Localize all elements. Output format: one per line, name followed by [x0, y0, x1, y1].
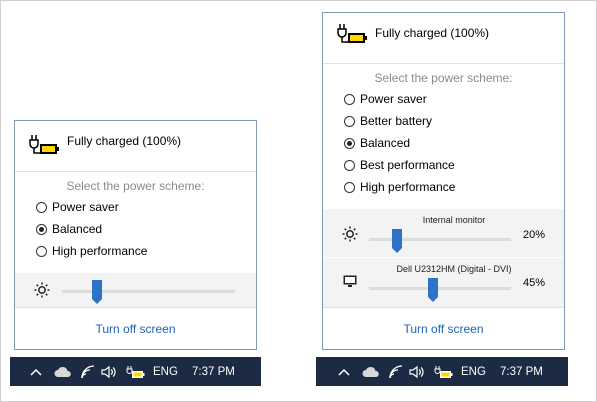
radio-button[interactable] — [36, 245, 47, 257]
radio-button[interactable] — [344, 93, 355, 105]
sun-icon — [342, 226, 358, 247]
scheme-option-label: High performance — [360, 180, 456, 194]
monitor-name-label: Dell U2312HM (Digital - DVI) — [396, 264, 512, 274]
scheme-option-better-battery[interactable]: Better battery — [344, 112, 432, 130]
radio-button[interactable] — [344, 137, 355, 149]
wifi-icon[interactable] — [81, 357, 95, 386]
divider — [15, 171, 256, 172]
brightness-slider-track[interactable] — [62, 290, 235, 293]
chevron-up-icon[interactable] — [30, 357, 42, 386]
battery-status-text: Fully charged (100%) — [67, 134, 182, 148]
radio-button[interactable] — [344, 159, 355, 171]
dell-monitor-percent: 45% — [523, 277, 546, 289]
battery-plug-icon[interactable] — [125, 357, 145, 386]
clock[interactable]: 7:37 PM — [192, 357, 235, 386]
scheme-option-label: Power saver — [360, 92, 427, 106]
divider — [323, 307, 564, 308]
taskbar-right: ENG 7:37 PM — [316, 357, 568, 386]
volume-icon[interactable] — [101, 357, 117, 386]
battery-plug-icon[interactable] — [433, 357, 453, 386]
power-scheme-label: Select the power scheme: — [374, 71, 513, 85]
chevron-up-icon[interactable] — [338, 357, 350, 386]
internal-monitor-slider-thumb[interactable] — [392, 229, 403, 253]
radio-button[interactable] — [344, 181, 355, 193]
battery-plug-icon — [335, 22, 369, 51]
scheme-option-label: Best performance — [360, 158, 455, 172]
divider — [15, 307, 256, 308]
radio-button[interactable] — [36, 223, 47, 235]
dell-monitor-slider-track[interactable] — [369, 287, 511, 290]
turn-off-screen-link[interactable]: Turn off screen — [323, 322, 564, 336]
scheme-option-label: Power saver — [52, 200, 119, 214]
language-indicator[interactable]: ENG — [153, 357, 178, 386]
scheme-option-balanced[interactable]: Balanced — [344, 134, 410, 152]
scheme-option-high-performance[interactable]: High performance — [36, 242, 147, 260]
turn-off-screen-link[interactable]: Turn off screen — [15, 322, 256, 336]
battery-plug-icon — [27, 133, 61, 162]
cloud-icon[interactable] — [362, 357, 380, 386]
sun-icon — [34, 282, 50, 303]
internal-monitor-slider-track[interactable] — [369, 238, 511, 241]
cloud-icon[interactable] — [54, 357, 72, 386]
scheme-option-high-performance[interactable]: High performance — [344, 178, 455, 196]
display-brightness-section: Internal monitor 20% Dell U2312HM (Digit… — [323, 209, 564, 307]
monitor-icon — [343, 275, 357, 293]
battery-flyout-left: Fully charged (100%) Select the power sc… — [14, 120, 257, 350]
power-scheme-label: Select the power scheme: — [66, 179, 205, 193]
battery-status-text: Fully charged (100%) — [375, 26, 490, 40]
brightness-section — [15, 273, 256, 307]
scheme-option-label: Balanced — [360, 136, 411, 150]
internal-monitor-percent: 20% — [523, 229, 546, 241]
brightness-slider-thumb[interactable] — [91, 280, 102, 304]
scheme-option-label: Balanced — [52, 222, 103, 236]
divider — [323, 257, 564, 258]
clock[interactable]: 7:37 PM — [500, 357, 543, 386]
battery-flyout-right: Fully charged (100%) Select the power sc… — [322, 12, 565, 350]
language-indicator[interactable]: ENG — [461, 357, 486, 386]
radio-button[interactable] — [344, 115, 355, 127]
scheme-option-power-saver[interactable]: Power saver — [36, 198, 119, 216]
scheme-option-balanced[interactable]: Balanced — [36, 220, 102, 238]
wifi-icon[interactable] — [389, 357, 403, 386]
divider — [323, 63, 564, 64]
dell-monitor-slider-thumb[interactable] — [427, 278, 438, 302]
volume-icon[interactable] — [409, 357, 425, 386]
taskbar-left: ENG 7:37 PM — [10, 357, 261, 386]
scheme-option-power-saver[interactable]: Power saver — [344, 90, 427, 108]
scheme-option-best-performance[interactable]: Best performance — [344, 156, 455, 174]
scheme-option-label: Better battery — [360, 114, 433, 128]
monitor-name-label: Internal monitor — [422, 215, 486, 225]
scheme-option-label: High performance — [52, 244, 148, 258]
radio-button[interactable] — [36, 201, 47, 213]
